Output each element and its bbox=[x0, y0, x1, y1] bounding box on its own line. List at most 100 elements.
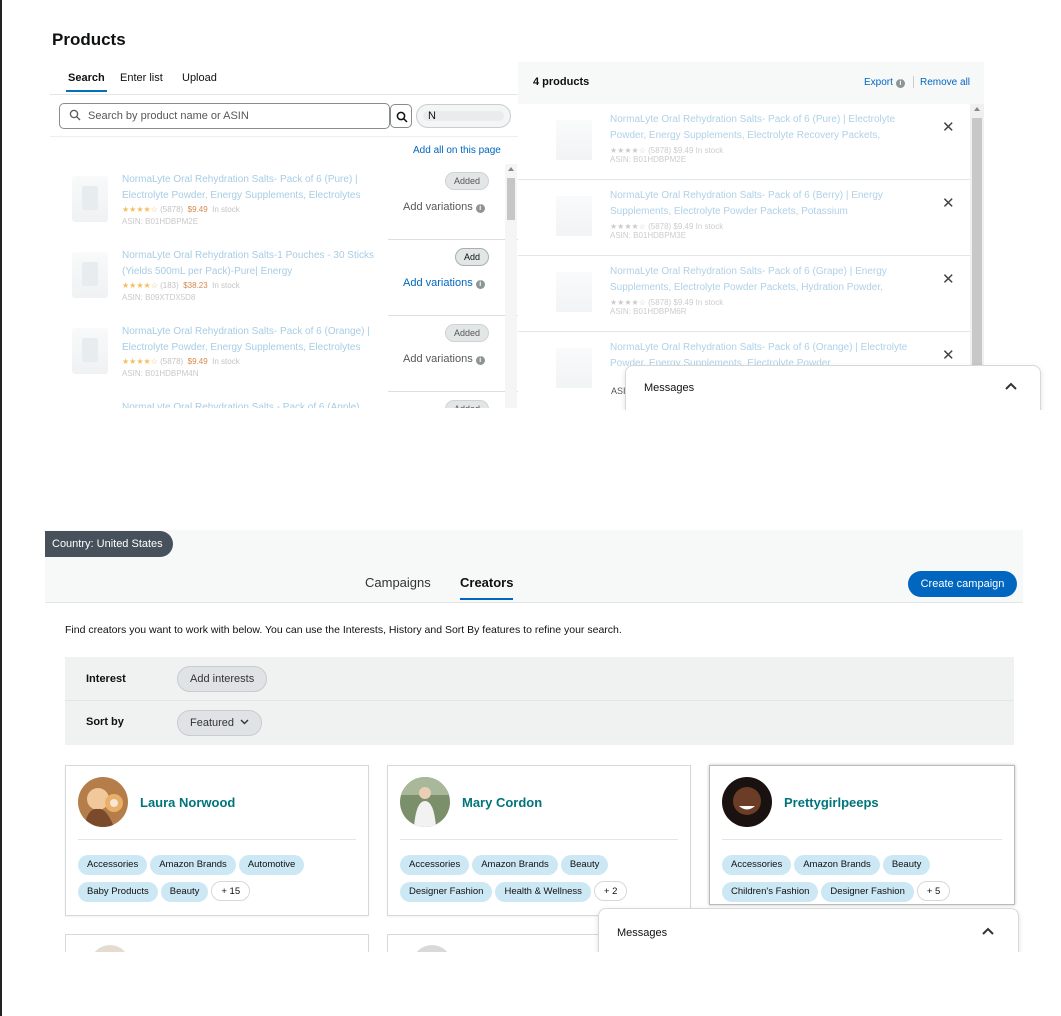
messages-label: Messages bbox=[644, 382, 695, 394]
add-variations[interactable]: Add variations i bbox=[403, 353, 485, 365]
sort-by-dropdown[interactable]: Featured bbox=[177, 710, 263, 736]
export-link[interactable]: Export i bbox=[864, 77, 905, 88]
product-title[interactable]: NormaLyte Oral Rehydration Salts- Pack o… bbox=[122, 172, 387, 204]
avatar bbox=[90, 945, 130, 952]
creator-tags: Accessories Amazon Brands Beauty Children's… bbox=[722, 854, 1002, 908]
tab-upload[interactable]: Upload bbox=[182, 72, 217, 84]
creator-card[interactable]: Prettygirlpeeps Accessories Amazon Brands… bbox=[709, 765, 1015, 905]
product-meta: ★★★★☆ (5878) $9.49 In stock ASIN: B01HDBP… bbox=[610, 298, 724, 316]
tag: Designer Fashion bbox=[400, 882, 493, 902]
tab-creators[interactable]: Creators bbox=[460, 575, 514, 600]
tag: Beauty bbox=[882, 855, 931, 875]
added-button[interactable]: Added bbox=[444, 324, 489, 342]
tag: Beauty bbox=[160, 882, 209, 902]
search-results: NormaLyte Oral Rehydration Salts- Pack o… bbox=[50, 164, 518, 408]
sort-by-label: Sort by bbox=[86, 716, 124, 728]
remove-item-close-icon[interactable]: ✕ bbox=[942, 194, 955, 212]
tag: Accessories bbox=[78, 855, 148, 875]
product-title[interactable]: NormaLyte Oral Rehydration Salts- Pack o… bbox=[610, 188, 920, 220]
tab-campaigns[interactable]: Campaigns bbox=[365, 575, 431, 590]
product-title[interactable]: NormaLyte Oral Rehydration Salts - Pack … bbox=[122, 400, 387, 408]
tag: Amazon Brands bbox=[794, 855, 880, 875]
add-variations[interactable]: Add variations i bbox=[403, 201, 485, 213]
remove-item-close-icon[interactable]: ✕ bbox=[942, 118, 955, 136]
product-title[interactable]: NormaLyte Oral Rehydration Salts- Pack o… bbox=[610, 112, 920, 144]
product-thumbnail bbox=[72, 328, 108, 374]
intro-text: Find creators you want to work with belo… bbox=[65, 624, 622, 636]
product-meta: ★★★★☆ (5878) $9.49 In stock bbox=[122, 357, 240, 366]
creator-name[interactable]: Laura Norwood bbox=[140, 795, 235, 810]
creator-card[interactable] bbox=[65, 934, 369, 952]
add-interests-button[interactable]: Add interests bbox=[177, 666, 268, 692]
more-tags-badge[interactable]: + 2 bbox=[593, 881, 628, 901]
selected-scrollbar[interactable] bbox=[970, 104, 984, 408]
product-title[interactable]: NormaLyte Oral Rehydration Salts- Pack o… bbox=[610, 264, 920, 296]
category-select[interactable]: N bbox=[416, 104, 511, 128]
product-meta: ★★★★☆ (5878) $9.49 In stock ASIN: B01HDBP… bbox=[610, 146, 724, 164]
filter-panel: Interest Add interests Sort by Featured bbox=[65, 657, 1014, 745]
more-tags-badge[interactable]: + 5 bbox=[916, 881, 951, 901]
asin-peek: ASI bbox=[611, 386, 626, 396]
divider bbox=[50, 136, 518, 137]
remove-item-close-icon[interactable]: ✕ bbox=[942, 346, 955, 364]
product-thumbnail bbox=[72, 252, 108, 298]
creator-card[interactable]: Laura Norwood Accessories Amazon Brands Au… bbox=[65, 765, 369, 916]
avatar bbox=[722, 777, 772, 827]
add-variations[interactable]: Add variations i bbox=[403, 277, 485, 289]
tag: Beauty bbox=[560, 855, 609, 875]
product-asin: ASIN: B09XTDX5D8 bbox=[122, 293, 196, 302]
selected-products-panel: 4 products Export i Remove all NormaLyte … bbox=[518, 62, 984, 408]
product-title[interactable]: NormaLyte Oral Rehydration Salts- Pack o… bbox=[122, 324, 387, 356]
product-search-input[interactable]: Search by product name or ASIN bbox=[59, 103, 390, 129]
product-thumbnail bbox=[556, 348, 592, 388]
tab-search[interactable]: Search bbox=[66, 72, 107, 92]
tag: Accessories bbox=[400, 855, 470, 875]
product-thumbnail bbox=[556, 196, 592, 236]
scrollbar-thumb[interactable] bbox=[507, 178, 515, 220]
added-button[interactable]: Added bbox=[444, 400, 489, 408]
result-row: NormaLyte Oral Rehydration Salts- Pack o… bbox=[50, 316, 518, 392]
product-meta: ★★★★☆ (5878) $9.49 In stock ASIN: B01HDBP… bbox=[610, 222, 724, 240]
added-button[interactable]: Added bbox=[444, 172, 489, 190]
tag: Health & Wellness bbox=[495, 882, 591, 902]
product-thumbnail bbox=[72, 176, 108, 222]
products-picker: Products Search Enter list Upload Search… bbox=[0, 0, 1061, 410]
tag: Children's Fashion bbox=[722, 882, 819, 902]
search-button[interactable] bbox=[390, 104, 412, 128]
scroll-up-icon bbox=[974, 107, 980, 111]
add-button[interactable]: Add bbox=[454, 248, 489, 266]
product-meta: ★★★★☆ (183) $38.23 In stock bbox=[122, 281, 240, 290]
creator-name[interactable]: Prettygirlpeeps bbox=[784, 795, 879, 810]
tab-enter-list[interactable]: Enter list bbox=[120, 72, 163, 84]
messages-label: Messages bbox=[617, 927, 668, 939]
info-icon: i bbox=[895, 79, 905, 88]
scroll-up-icon bbox=[508, 167, 514, 171]
messages-drawer[interactable]: Messages bbox=[625, 365, 1041, 410]
creator-name[interactable]: Mary Cordon bbox=[462, 795, 542, 810]
page-header bbox=[45, 530, 1023, 603]
info-icon: i bbox=[475, 204, 485, 213]
results-scrollbar[interactable] bbox=[505, 164, 517, 408]
divider bbox=[78, 839, 356, 840]
avatar bbox=[78, 777, 128, 827]
product-asin: ASIN: B01HDBPM4N bbox=[122, 369, 199, 378]
chevron-up-icon[interactable] bbox=[1004, 381, 1018, 391]
product-thumbnail bbox=[556, 272, 592, 312]
products-title: Products bbox=[52, 30, 126, 49]
more-tags-badge[interactable]: + 15 bbox=[211, 881, 251, 901]
divider bbox=[913, 76, 914, 88]
messages-drawer[interactable]: Messages bbox=[598, 908, 1019, 952]
interest-label: Interest bbox=[86, 673, 126, 685]
add-all-link[interactable]: Add all on this page bbox=[413, 145, 501, 156]
product-title[interactable]: NormaLyte Oral Rehydration Salts-1 Pouch… bbox=[122, 248, 387, 280]
avatar bbox=[412, 945, 452, 952]
creator-tags: Accessories Amazon Brands Automotive Baby P… bbox=[78, 854, 358, 908]
chevron-up-icon[interactable] bbox=[981, 926, 995, 936]
remove-item-close-icon[interactable]: ✕ bbox=[942, 270, 955, 288]
create-campaign-button[interactable]: Create campaign bbox=[908, 571, 1017, 597]
product-thumbnail bbox=[556, 120, 592, 160]
creator-card[interactable]: Mary Cordon Accessories Amazon Brands Beau… bbox=[387, 765, 691, 916]
tag: Amazon Brands bbox=[150, 855, 236, 875]
country-badge[interactable]: Country: United States bbox=[45, 531, 173, 557]
remove-all-link[interactable]: Remove all bbox=[920, 77, 970, 88]
